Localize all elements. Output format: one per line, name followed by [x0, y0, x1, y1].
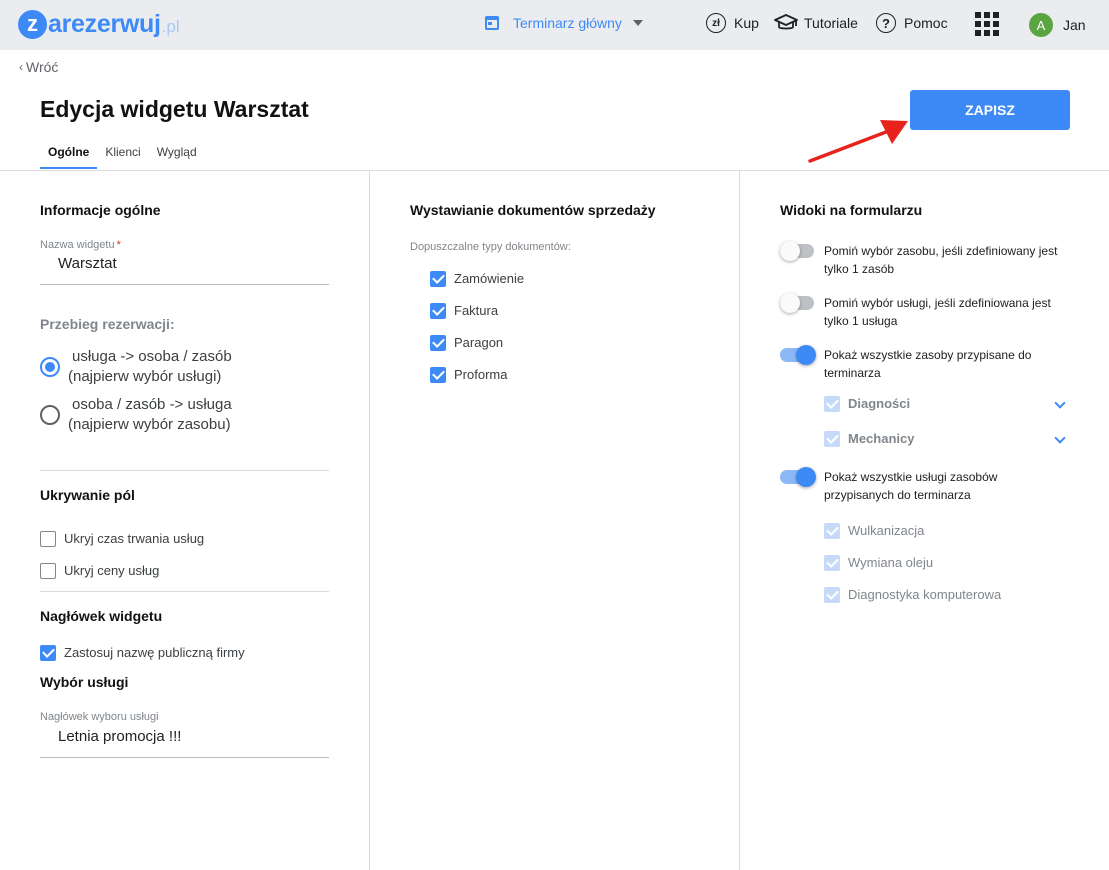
radio-service-first[interactable]	[40, 357, 60, 377]
user-menu[interactable]: A Jan	[1029, 13, 1086, 37]
group-diagnosticians-label[interactable]: Diagności	[848, 396, 910, 411]
back-link[interactable]: ‹ Wróć	[19, 59, 58, 75]
section-divider	[40, 470, 329, 471]
sales-section-title: Wystawianie dokumentów sprzedaży	[410, 202, 656, 218]
service-computer-diagnostics-label[interactable]: Diagnostyka komputerowa	[848, 587, 1001, 602]
skip-resource-toggle[interactable]	[780, 241, 816, 261]
public-name-label[interactable]: Zastosuj nazwę publiczną firmy	[64, 645, 245, 660]
skip-service-toggle[interactable]	[780, 293, 816, 313]
back-label: Wróć	[26, 59, 59, 75]
logo-tld: .pl	[161, 16, 180, 36]
views-column: Widoki na formularzu Pomiń wybór zasobu,…	[740, 171, 1109, 870]
annotation-arrow	[808, 120, 908, 163]
graduation-cap-icon	[774, 14, 798, 30]
buy-label: Kup	[734, 15, 759, 31]
radio-service-first-label[interactable]: usługa -> osoba / zasób (najpierw wybór …	[68, 347, 232, 387]
tabs: Ogólne Klienci Wygląd	[40, 138, 205, 170]
show-all-resources-toggle[interactable]	[780, 345, 816, 365]
hide-prices-label[interactable]: Ukryj ceny usług	[64, 563, 159, 578]
hide-fields-title: Ukrywanie pól	[40, 487, 135, 503]
calendar-selector-label: Terminarz główny	[513, 15, 622, 31]
group-mechanics-label[interactable]: Mechanicy	[848, 431, 914, 446]
public-name-checkbox[interactable]	[40, 645, 56, 661]
group-diagnosticians-checkbox[interactable]	[824, 396, 840, 412]
calendar-selector[interactable]: Terminarz główny	[485, 15, 643, 31]
doc-invoice-checkbox[interactable]	[430, 303, 446, 319]
skip-resource-label: Pomiń wybór zasobu, jeśli zdefiniowany j…	[824, 244, 1058, 276]
logo-mark: z	[18, 9, 47, 39]
show-all-services-toggle[interactable]	[780, 467, 816, 487]
widget-name-field[interactable]: Warsztat	[58, 255, 117, 272]
radio-resource-first-label[interactable]: osoba / zasób -> usługa (najpierw wybór …	[68, 395, 232, 435]
required-mark: *	[116, 239, 121, 251]
avatar: A	[1029, 13, 1053, 37]
hide-duration-label[interactable]: Ukryj czas trwania usług	[64, 531, 204, 546]
doc-invoice-label[interactable]: Faktura	[454, 303, 498, 318]
tutorials-label: Tutoriale	[804, 15, 858, 31]
group-mechanics-checkbox[interactable]	[824, 431, 840, 447]
show-all-services-label: Pokaż wszystkie usługi zasobów przypisany…	[824, 470, 998, 502]
section-divider	[40, 591, 329, 592]
help-label: Pomoc	[904, 15, 948, 31]
doc-receipt-checkbox[interactable]	[430, 335, 446, 351]
sales-column: Wystawianie dokumentów sprzedaży Dopuszc…	[370, 171, 739, 870]
tab-appearance[interactable]: Wygląd	[149, 138, 205, 169]
service-choice-title: Wybór usługi	[40, 674, 129, 690]
hide-prices-checkbox[interactable]	[40, 563, 56, 579]
general-section-title: Informacje ogólne	[40, 202, 161, 218]
logo[interactable]: z arezerwuj .pl	[18, 9, 180, 39]
service-tyres-label[interactable]: Wulkanizacja	[848, 523, 924, 538]
skip-service-label: Pomiń wybór usługi, jeśli zdefiniowana j…	[824, 296, 1051, 328]
tab-general[interactable]: Ogólne	[40, 138, 98, 169]
doc-receipt-label[interactable]: Paragon	[454, 335, 503, 350]
doc-proforma-checkbox[interactable]	[430, 367, 446, 383]
help-icon: ?	[876, 13, 896, 33]
flow-label: Przebieg rezerwacji:	[40, 316, 175, 332]
widget-header-title: Nagłówek widgetu	[40, 608, 163, 624]
page-title: Edycja widgetu Warsztat	[40, 96, 309, 122]
chevron-left-icon: ‹	[19, 60, 23, 74]
tab-clients[interactable]: Klienci	[97, 138, 148, 169]
views-section-title: Widoki na formularzu	[780, 202, 923, 218]
calendar-icon	[485, 16, 499, 30]
show-all-resources-label: Pokaż wszystkie zasoby przypisane do term…	[824, 348, 1032, 380]
doc-order-label[interactable]: Zamówienie	[454, 271, 524, 286]
save-button[interactable]: ZAPISZ	[910, 90, 1070, 130]
radio-resource-first[interactable]	[40, 405, 60, 425]
service-header-field[interactable]: Letnia promocja !!!	[58, 728, 181, 745]
service-tyres-checkbox[interactable]	[824, 523, 840, 539]
service-header-underline	[40, 757, 329, 758]
chevron-down-icon[interactable]	[1054, 397, 1066, 409]
user-name: Jan	[1063, 17, 1086, 33]
buy-link[interactable]: zł Kup	[706, 13, 759, 33]
service-header-label: Nagłówek wyboru usługi	[40, 711, 159, 723]
widget-name-underline	[40, 284, 329, 285]
allowed-documents-label: Dopuszczalne typy dokumentów:	[410, 241, 571, 253]
service-computer-diagnostics-checkbox[interactable]	[824, 587, 840, 603]
help-link[interactable]: ? Pomoc	[876, 13, 948, 33]
doc-proforma-label[interactable]: Proforma	[454, 367, 507, 382]
widget-name-label: Nazwa widgetu *	[40, 239, 121, 251]
chevron-down-icon[interactable]	[1054, 432, 1066, 444]
apps-grid-icon[interactable]	[975, 12, 999, 36]
logo-text: arezerwuj	[48, 9, 161, 38]
doc-order-checkbox[interactable]	[430, 271, 446, 287]
caret-down-icon	[632, 20, 643, 26]
tutorials-link[interactable]: Tutoriale	[774, 13, 858, 33]
currency-icon: zł	[706, 13, 726, 33]
top-bar: z arezerwuj .pl Terminarz główny zł Kup …	[0, 0, 1109, 50]
service-oil-checkbox[interactable]	[824, 555, 840, 571]
general-column: Informacje ogólne Nazwa widgetu * Warszta…	[0, 171, 369, 870]
service-oil-label[interactable]: Wymiana oleju	[848, 555, 933, 570]
hide-duration-checkbox[interactable]	[40, 531, 56, 547]
